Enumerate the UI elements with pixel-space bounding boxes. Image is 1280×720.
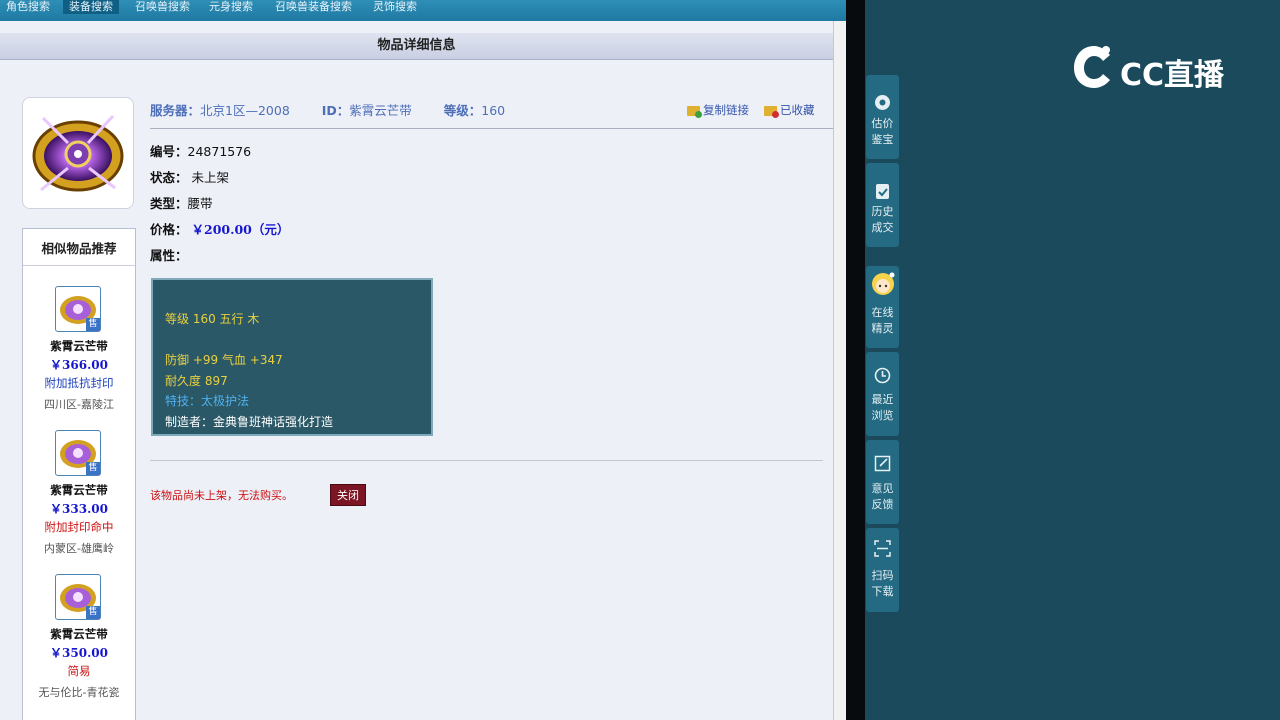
attr-durability: 耐久度 897 xyxy=(165,374,228,388)
clock-icon xyxy=(874,367,891,384)
sprite-avatar-icon xyxy=(872,272,895,295)
not-listed-notice: 该物品尚未上架，无法购买。 xyxy=(150,489,293,502)
type-value: 腰带 xyxy=(187,196,213,211)
item-type-row: 类型：腰带 xyxy=(150,193,213,212)
similar-item-name[interactable]: 紫霄云芒带 xyxy=(23,338,135,354)
belt-item-icon[interactable]: 售 xyxy=(55,286,101,332)
spacer xyxy=(0,21,846,33)
tab-equipment-search[interactable]: 装备搜索 xyxy=(63,0,119,14)
attribute-box: 等级 160 五行 木 防御 +99 气血 +347 耐久度 897 特技：太极… xyxy=(151,278,433,436)
online-sprite-button[interactable]: 在线 精灵 xyxy=(866,266,899,348)
type-label: 类型： xyxy=(150,196,188,211)
number-label: 编号： xyxy=(150,144,188,159)
appraise-button[interactable]: 估价 鉴宝 xyxy=(866,75,899,159)
attr-label: 属性： xyxy=(150,248,188,263)
price-label: 价格： xyxy=(150,222,188,237)
tab-summon-equip-search[interactable]: 召唤兽装备搜索 xyxy=(269,0,358,14)
scan-icon xyxy=(874,540,891,557)
edit-icon xyxy=(874,455,891,472)
level-label: 等级： xyxy=(443,103,482,118)
scan-label: 扫码 xyxy=(871,569,894,582)
price-value: ￥200.00（元） xyxy=(191,222,290,237)
feedback-label: 意见 xyxy=(871,482,894,495)
divider xyxy=(150,128,833,129)
similar-items-title: 相似物品推荐 xyxy=(23,229,135,266)
copy-link-button[interactable]: 复制链接 xyxy=(687,102,749,118)
close-button[interactable]: 关闭 xyxy=(330,484,366,506)
id-value: 紫霄云芒带 xyxy=(349,103,412,118)
tab-yuanshen-search[interactable]: 元身搜索 xyxy=(203,0,259,14)
copy-link-label: 复制链接 xyxy=(703,103,749,117)
server-label: 服务器： xyxy=(150,103,201,118)
similar-item-price: ￥333.00 xyxy=(50,502,108,516)
similar-item-price: ￥350.00 xyxy=(50,646,108,660)
level-value: 160 xyxy=(481,103,506,118)
feedback-label-2: 反馈 xyxy=(871,498,894,511)
recent-label-2: 浏览 xyxy=(871,409,894,422)
similar-item-server: 四川区-嘉陵江 xyxy=(44,398,114,411)
similar-item-server: 无与伦比-青花瓷 xyxy=(38,686,120,699)
appraise-label-2: 鉴宝 xyxy=(871,133,894,146)
recent-label: 最近 xyxy=(871,393,894,406)
tab-summon-search[interactable]: 召唤兽搜索 xyxy=(129,0,196,14)
attr-maker: 制造者：金典鲁班神话强化打造 xyxy=(165,415,334,429)
history-label-2: 成交 xyxy=(871,221,894,234)
similar-item-attr: 简易 xyxy=(67,664,91,678)
scan-label-2: 下载 xyxy=(871,585,894,598)
status-value: 未上架 xyxy=(191,170,230,185)
sell-badge: 售 xyxy=(86,606,100,619)
tab-ornament-search[interactable]: 灵饰搜索 xyxy=(367,0,423,14)
attr-special-skill: 特技：太极护法 xyxy=(165,394,250,408)
cc-live-logo: CC直播 xyxy=(1070,42,1240,94)
history-label: 历史 xyxy=(871,205,894,218)
item-status-row: 状态： 未上架 xyxy=(150,167,229,186)
history-icon xyxy=(876,184,889,199)
item-price-row: 价格： ￥200.00（元） xyxy=(150,219,289,238)
server-value: 北京1区—2008 xyxy=(200,103,290,118)
scan-download-button[interactable]: 扫码 下载 xyxy=(866,528,899,612)
favorited-label: 已收藏 xyxy=(780,103,815,117)
history-deal-button[interactable]: 历史 成交 xyxy=(866,163,899,247)
player-edge xyxy=(846,0,865,720)
item-number-row: 编号：24871576 xyxy=(150,141,251,160)
cc-logo-icon xyxy=(1074,46,1110,88)
sell-badge: 售 xyxy=(86,462,100,475)
sprite-label-2: 精灵 xyxy=(871,322,894,335)
appraise-icon xyxy=(875,95,890,110)
feedback-button[interactable]: 意见 反馈 xyxy=(866,440,899,524)
copy-link-icon xyxy=(687,105,702,118)
similar-item-server: 内蒙区-雄鹰岭 xyxy=(44,542,114,555)
tab-role-search[interactable]: 角色搜索 xyxy=(0,0,56,14)
divider xyxy=(150,460,823,461)
belt-item-icon xyxy=(32,114,124,192)
id-label: ID： xyxy=(321,103,350,118)
similar-item-attr: 附加封印命中 xyxy=(44,520,114,534)
sell-badge: 售 xyxy=(86,318,100,331)
attr-defense-hp: 防御 +99 气血 +347 xyxy=(165,353,283,367)
favorite-icon xyxy=(764,105,779,118)
recent-browse-button[interactable]: 最近 浏览 xyxy=(866,352,899,436)
similar-item-name[interactable]: 紫霄云芒带 xyxy=(23,626,135,642)
favorited-button[interactable]: 已收藏 xyxy=(764,102,815,118)
browser-page: 角色搜索 装备搜索 召唤兽搜索 元身搜索 召唤兽装备搜索 灵饰搜索 物品详细信息… xyxy=(0,0,846,720)
vertical-scrollbar[interactable] xyxy=(833,21,846,720)
item-attr-row: 属性： xyxy=(150,245,188,264)
belt-item-icon[interactable]: 售 xyxy=(55,574,101,620)
item-image xyxy=(22,97,134,209)
similar-items-panel: 相似物品推荐 售 紫霄云芒带 ￥366.00 附加抵抗封印 四川区-嘉陵江 售 … xyxy=(22,228,136,720)
similar-item-price: ￥366.00 xyxy=(50,358,108,372)
appraise-label: 估价 xyxy=(871,117,894,130)
top-navigation: 角色搜索 装备搜索 召唤兽搜索 元身搜索 召唤兽装备搜索 灵饰搜索 xyxy=(0,0,846,21)
cc-logo-text: CC直播 xyxy=(1120,58,1225,93)
number-value: 24871576 xyxy=(187,144,252,159)
similar-item-name[interactable]: 紫霄云芒带 xyxy=(23,482,135,498)
sprite-label: 在线 xyxy=(871,306,894,319)
status-label: 状态： xyxy=(150,170,188,185)
item-info-line: 服务器：北京1区—2008 ID：紫霄云芒带 等级：160 xyxy=(150,100,505,120)
page-title: 物品详细信息 xyxy=(0,33,833,60)
attr-level-element: 等级 160 五行 木 xyxy=(165,312,260,326)
similar-item-attr: 附加抵抗封印 xyxy=(44,376,114,390)
belt-item-icon[interactable]: 售 xyxy=(55,430,101,476)
